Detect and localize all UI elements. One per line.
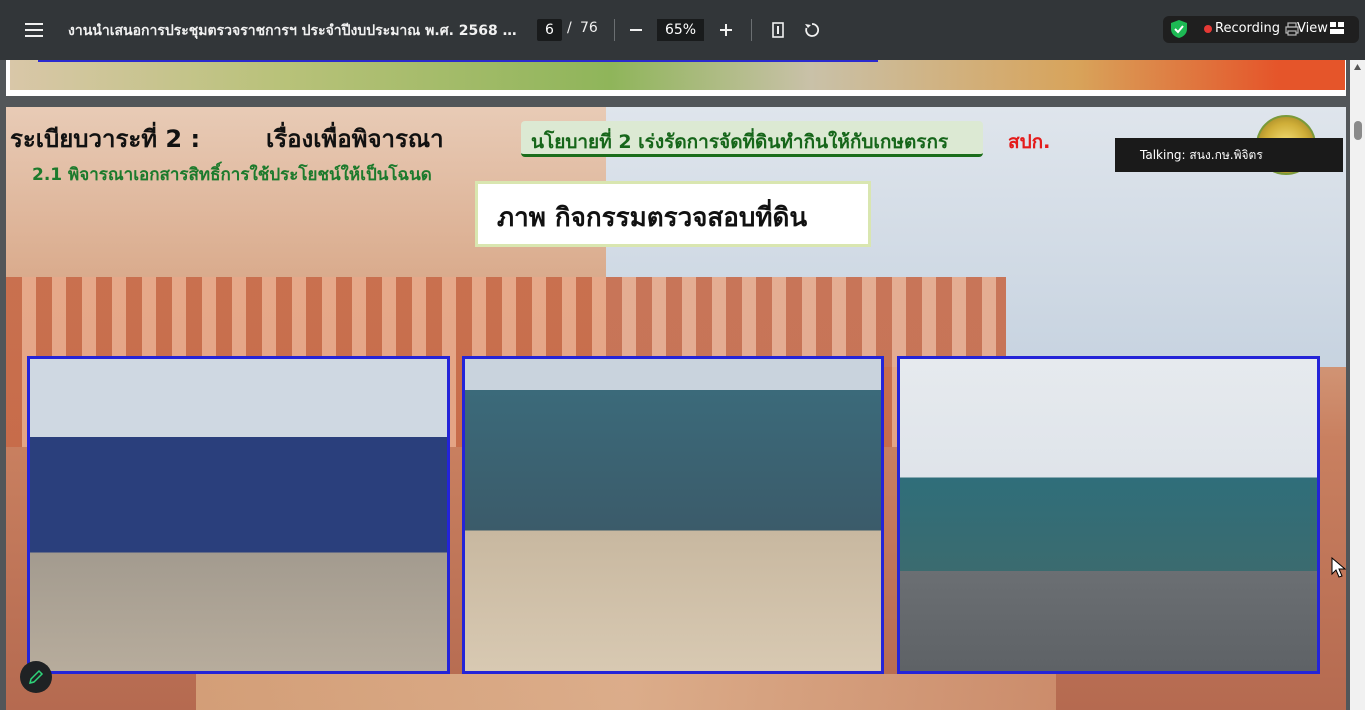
pdf-toolbar: งานนำเสนอการประชุมตรวจราชการฯ ประจำปีงบป… — [0, 0, 1365, 60]
zoom-level-input[interactable]: 65% — [657, 19, 704, 41]
agency-label: สปก. — [1008, 131, 1051, 153]
talking-indicator: Talking: สนง.กษ.พิจิตร — [1115, 138, 1343, 172]
zoom-out-icon — [630, 29, 642, 31]
scroll-up-icon[interactable] — [1353, 63, 1362, 71]
recording-dot — [1204, 25, 1212, 33]
caption-text: ภาพ กิจกรรมตรวจสอบที่ดิน — [497, 203, 808, 233]
mouse-cursor-icon — [1331, 557, 1347, 578]
toolbar-divider — [614, 19, 615, 41]
agenda-heading: ระเบียบวาระที่ 2 : — [10, 125, 201, 153]
rotate-icon — [805, 23, 820, 37]
toolbar-divider — [751, 19, 752, 41]
photo-warehouse-entrance — [462, 356, 884, 674]
previous-page-image — [10, 60, 1345, 90]
zoom-in-button[interactable] — [714, 18, 738, 42]
page-total: 76 — [580, 20, 598, 36]
previous-page-frame — [38, 60, 878, 62]
sub-heading: 2.1 พิจารณาเอกสารสิทธิ์การใช้ประโยชน์ให้… — [32, 165, 432, 185]
page-number-input[interactable]: 6 — [537, 19, 562, 41]
menu-button[interactable] — [18, 18, 50, 42]
shield-check-icon — [1171, 20, 1187, 38]
rotate-button[interactable] — [800, 18, 824, 42]
menu-icon — [25, 23, 43, 37]
document-title: งานนำเสนอการประชุมตรวจราชการฯ ประจำปีงบป… — [68, 23, 518, 39]
recording-label: Recording — [1215, 21, 1281, 36]
pencil-icon — [28, 669, 44, 685]
grid-icon[interactable] — [1330, 22, 1344, 34]
view-button[interactable]: View — [1297, 21, 1328, 36]
agenda-topic: เรื่องเพื่อพิจารณา — [266, 125, 444, 153]
photo-shop-storefront — [27, 356, 450, 674]
zoom-in-icon — [720, 24, 732, 36]
policy-text: นโยบายที่ 2 เร่งรัดการจัดที่ดินทำกินให้ก… — [531, 131, 949, 153]
annotate-button[interactable] — [20, 661, 52, 693]
bottom-banner — [196, 674, 1056, 710]
fit-page-icon — [772, 22, 784, 38]
zoom-out-button[interactable] — [624, 18, 648, 42]
slide-page: ระเบียบวาระที่ 2 : เรื่องเพื่อพิจารณา นโ… — [6, 107, 1346, 710]
fit-page-button[interactable] — [766, 18, 790, 42]
scrollbar-thumb[interactable] — [1354, 121, 1362, 140]
page-separator: / — [567, 20, 572, 36]
photo-roadside-shop — [897, 356, 1320, 674]
vertical-scrollbar[interactable] — [1350, 60, 1365, 710]
